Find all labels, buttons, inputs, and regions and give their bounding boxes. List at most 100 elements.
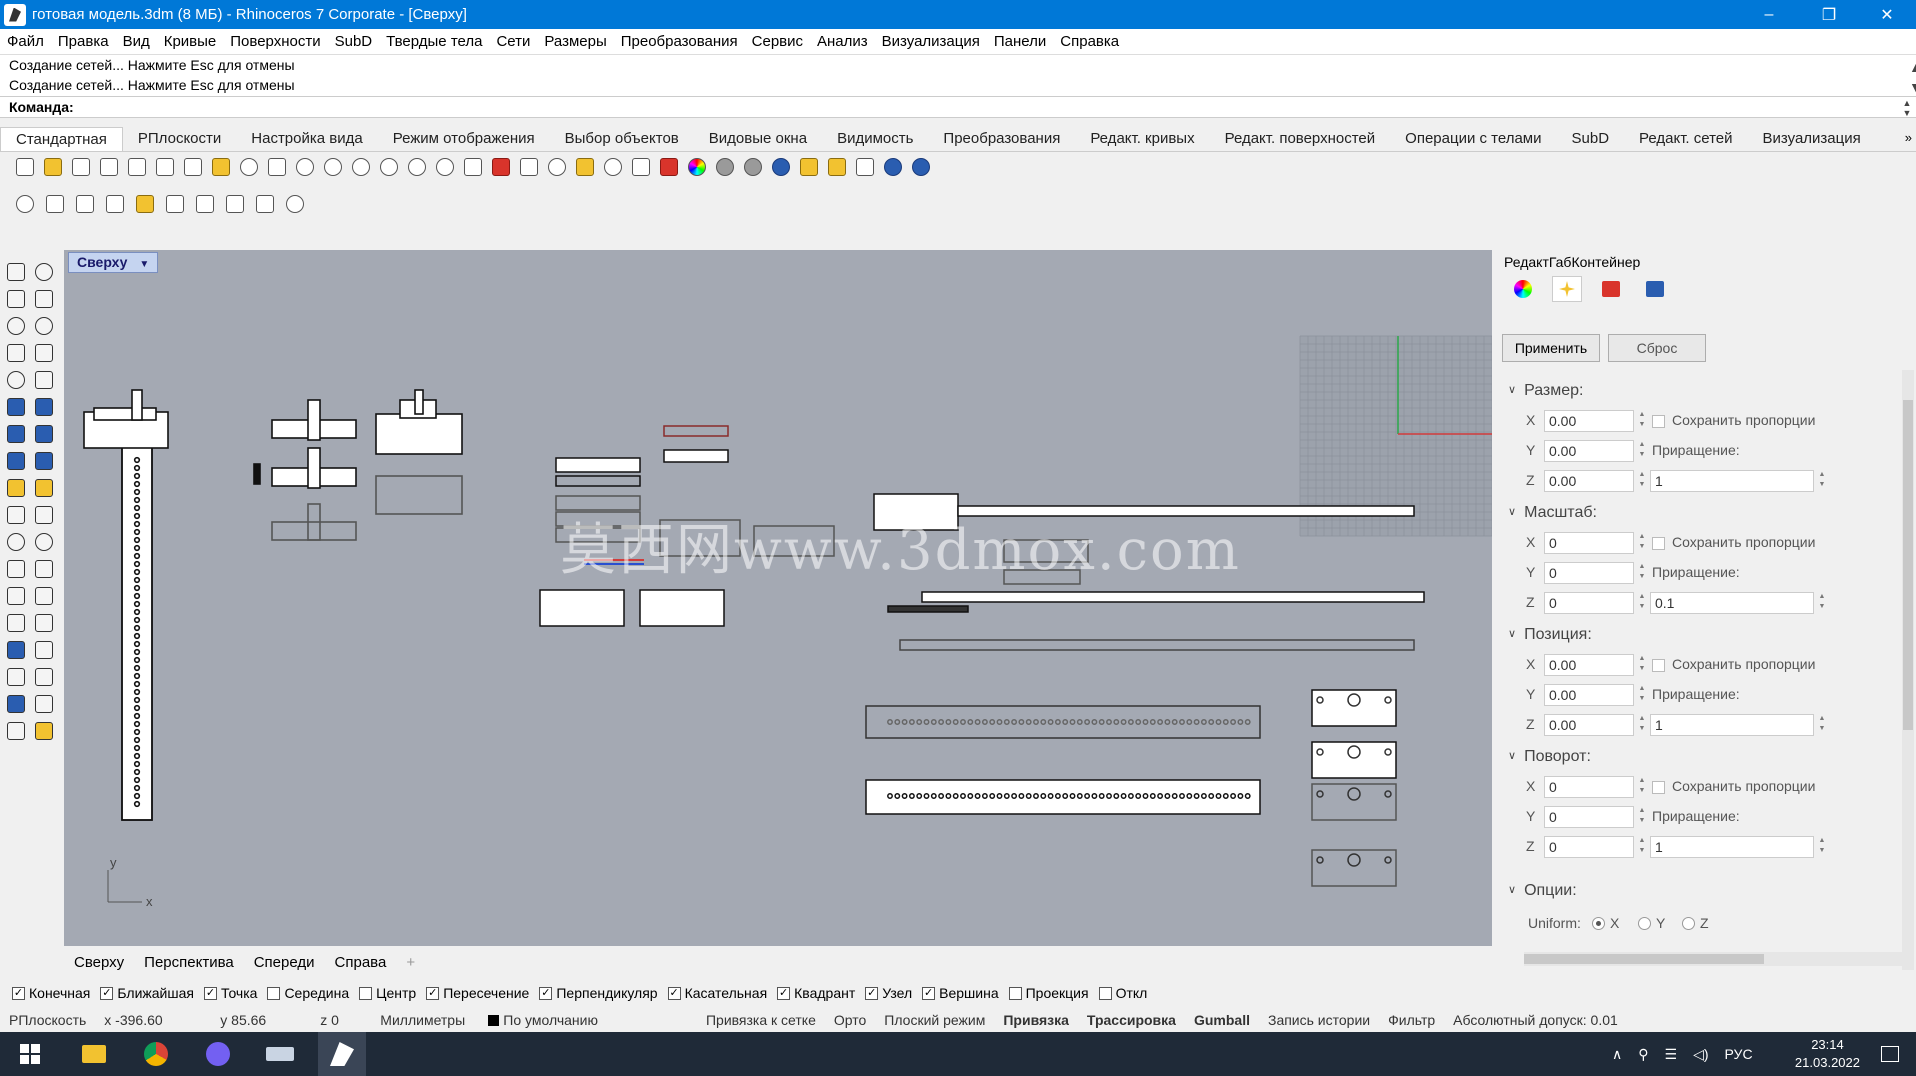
wifi-icon[interactable]: ☰ [1665, 1046, 1678, 1063]
rotate-view-icon[interactable] [292, 154, 318, 180]
minimize-button[interactable]: – [1746, 0, 1792, 29]
command-history[interactable]: Создание сетей... Нажмите Esc для отмены… [0, 54, 1916, 96]
vp-tab-perspective[interactable]: Перспектива [134, 954, 244, 971]
menu-meshes[interactable]: Сети [489, 33, 537, 50]
tab-curve-tools[interactable]: Редакт. кривых [1075, 127, 1209, 151]
light-icon[interactable] [600, 154, 626, 180]
block-icon[interactable] [72, 191, 98, 217]
polygon-icon[interactable] [2, 339, 30, 366]
menu-subd[interactable]: SubD [328, 33, 380, 50]
vp-tab-right[interactable]: Справа [325, 954, 397, 971]
osnap-item[interactable]: ✓ Касательная [667, 985, 767, 1001]
uniform-x-radio[interactable] [1592, 917, 1605, 930]
ortho-toggle[interactable]: Орто [825, 1012, 875, 1028]
select-arrow-icon[interactable] [2, 258, 30, 285]
cut-icon[interactable] [152, 154, 178, 180]
viewport-title[interactable]: Сверху ▼ [68, 252, 159, 274]
command-line[interactable]: Команда: ▲ ▼ [0, 96, 1916, 118]
gumball-toggle[interactable]: Gumball [1185, 1012, 1259, 1028]
section-header[interactable]: Позиция: [1508, 626, 1592, 644]
ruler-icon[interactable] [30, 636, 58, 663]
y-value-input[interactable]: 0 [1544, 562, 1634, 584]
shaded-sphere-icon[interactable] [712, 154, 738, 180]
four-viewports-icon[interactable] [460, 154, 486, 180]
checkmark-icon[interactable] [30, 690, 58, 717]
volume-icon[interactable]: ◁) [1693, 1046, 1708, 1063]
menu-edit[interactable]: Правка [51, 33, 116, 50]
x-value-input[interactable]: 0.00 [1544, 654, 1634, 676]
vp-tab-front[interactable]: Спереди [244, 954, 325, 971]
menu-tools[interactable]: Сервис [745, 33, 810, 50]
osnap-item[interactable]: ✓ Пересечение [426, 985, 529, 1001]
solid-box-icon[interactable] [2, 420, 30, 447]
keep-proportions-checkbox[interactable] [1652, 415, 1665, 428]
osnap-item[interactable]: ✓ Конечная [12, 985, 90, 1001]
spinner-icon[interactable]: ▲ ▼ [1816, 714, 1828, 736]
rhino-app-icon[interactable] [4, 3, 26, 26]
rectangle-icon[interactable] [30, 339, 58, 366]
z-value-input[interactable]: 0 [1544, 592, 1634, 614]
material-sphere-icon[interactable] [740, 154, 766, 180]
osnap-checkbox[interactable]: ✓ [922, 986, 936, 1000]
z-value-input[interactable]: 0 [1544, 836, 1634, 858]
osnap-checkbox[interactable]: ✓ [12, 986, 25, 1000]
mesh-icon[interactable] [252, 191, 278, 217]
text-icon[interactable] [2, 582, 30, 609]
osnap-item[interactable]: Проекция [1008, 985, 1089, 1001]
box-icon[interactable] [162, 191, 188, 217]
analyze-icon[interactable] [2, 690, 30, 717]
mesh-tool-icon[interactable] [2, 636, 30, 663]
spinner-icon[interactable]: ▲ ▼ [1636, 714, 1648, 736]
osnap-item[interactable]: Середина [267, 985, 349, 1001]
select-all-icon[interactable] [572, 154, 598, 180]
model-scene[interactable]: y x [64, 250, 1492, 946]
tab-subd-tools[interactable]: SubD [1557, 127, 1625, 151]
zoom-window-icon[interactable] [348, 154, 374, 180]
osnap-item[interactable]: Центр [359, 985, 416, 1001]
tab-select[interactable]: Выбор объектов [550, 127, 694, 151]
menu-panels[interactable]: Панели [987, 33, 1053, 50]
osnap-item[interactable]: ✓ Вершина [922, 985, 999, 1001]
z-value-input[interactable]: 0.00 [1544, 714, 1634, 736]
help-tab-icon[interactable] [1640, 276, 1670, 302]
group-icon[interactable] [102, 191, 128, 217]
osnap-checkbox[interactable]: ✓ [203, 986, 217, 1000]
lightning-icon[interactable] [30, 474, 58, 501]
vertical-rail-part[interactable] [83, 389, 169, 821]
spinner-icon[interactable]: ▲ ▼ [1636, 440, 1648, 462]
undo-view-icon[interactable] [432, 154, 458, 180]
menu-transform[interactable]: Преобразования [614, 33, 745, 50]
osnap-checkbox[interactable] [359, 986, 373, 1000]
viewport-menu-chevron-down-icon[interactable]: ▼ [139, 255, 149, 274]
layer-indicator[interactable]: По умолчанию [479, 1012, 607, 1028]
pan-icon[interactable] [264, 154, 290, 180]
osnap-checkbox[interactable] [267, 986, 281, 1000]
loft-icon[interactable] [30, 393, 58, 420]
move-icon[interactable] [2, 501, 30, 528]
viber-icon[interactable] [194, 1032, 242, 1076]
spinner-icon[interactable]: ▲ ▼ [1636, 806, 1648, 828]
add-viewport-tab-button[interactable]: + [396, 954, 425, 971]
new-file-icon[interactable] [12, 154, 38, 180]
panel-v-scrollbar[interactable] [1902, 370, 1914, 970]
menu-view[interactable]: Вид [116, 33, 157, 50]
planar-toggle[interactable]: Плоский режим [875, 1012, 994, 1028]
osnap-item[interactable]: Откл [1098, 985, 1147, 1001]
menu-analyze[interactable]: Анализ [810, 33, 875, 50]
keep-proportions-checkbox[interactable] [1652, 781, 1665, 794]
mirror-icon[interactable] [30, 609, 58, 636]
x-value-input[interactable]: 0.00 [1544, 410, 1634, 432]
walk-icon[interactable] [516, 154, 542, 180]
gumball-tab-icon[interactable] [1552, 276, 1582, 302]
keyboard-app-icon[interactable] [256, 1032, 304, 1076]
menu-help[interactable]: Справка [1053, 33, 1126, 50]
history-scroll-icon[interactable]: ▲ ▼ [1900, 57, 1916, 95]
osnap-checkbox[interactable]: ✓ [667, 986, 681, 1000]
osnap-toggle[interactable]: Привязка [994, 1012, 1078, 1028]
zoom-extents-icon[interactable] [376, 154, 402, 180]
tab-render-tools[interactable]: Визуализация [1748, 127, 1876, 151]
keep-proportions-checkbox[interactable] [1652, 537, 1665, 550]
osnap-checkbox[interactable]: ✓ [539, 986, 553, 1000]
save-icon[interactable] [68, 154, 94, 180]
spinner-icon[interactable]: ▲ ▼ [1636, 836, 1648, 858]
